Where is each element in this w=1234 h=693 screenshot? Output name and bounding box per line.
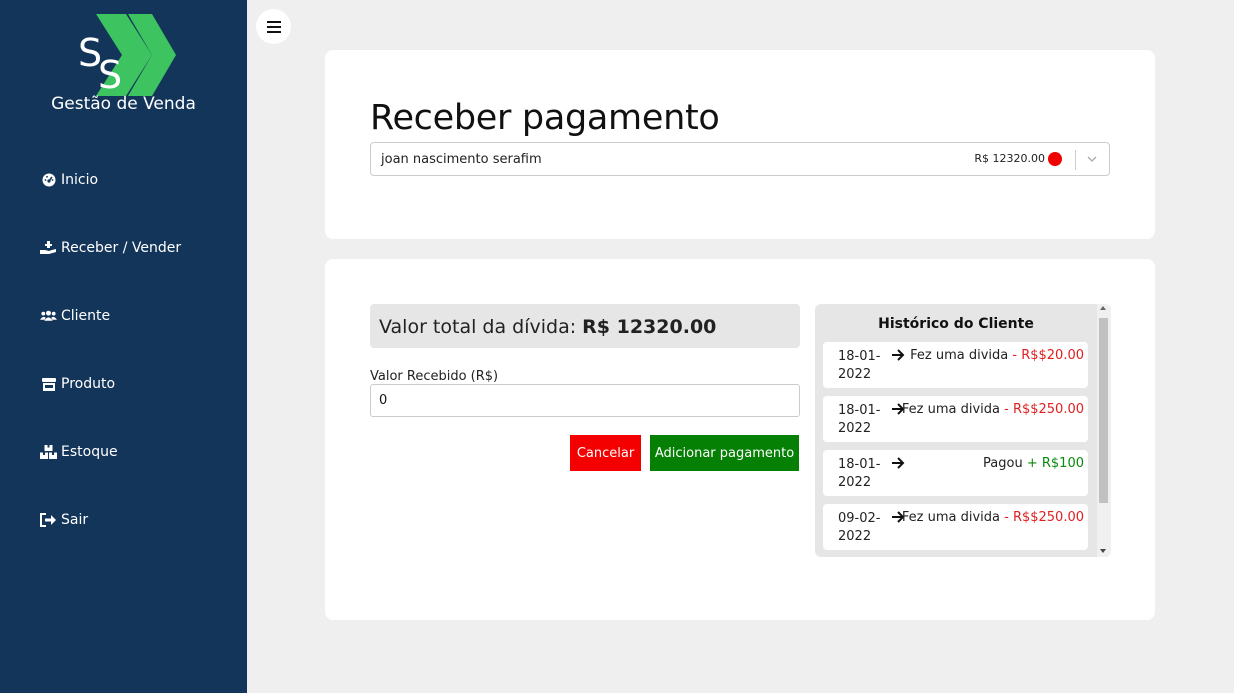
history-action: Pagou: [983, 456, 1023, 471]
debt-total-label: Valor total da dívida:: [379, 316, 583, 338]
history-date: 18-01-2022: [838, 349, 881, 382]
history-item: 18-01-2022 Pagou + R$100: [823, 450, 1088, 496]
sidebar-item-label: Produto: [61, 376, 116, 392]
history-amount: R$$20.00: [1021, 348, 1084, 363]
history-date: 09-02-2022: [838, 511, 881, 544]
scrollbar-thumb[interactable]: [1099, 318, 1108, 503]
sidebar-item-label: Inicio: [61, 172, 99, 188]
debt-total-text: Valor total da dívida: R$ 12320.00: [379, 316, 716, 338]
sidebar-item-receber-vender[interactable]: Receber / Vender: [40, 240, 181, 256]
sidebar-item-label: Cliente: [61, 308, 111, 324]
hand-holding-icon: [40, 241, 57, 255]
history-description: Fez uma divida - R$$20.00: [910, 348, 1084, 363]
page-title: Receber pagamento: [370, 98, 720, 138]
history-amount: R$$250.00: [1012, 402, 1084, 417]
logo-text: Gestão de Venda: [51, 94, 196, 114]
debt-total-box: Valor total da dívida: R$ 12320.00: [370, 304, 800, 348]
menu-toggle-button[interactable]: [256, 9, 291, 44]
sign-out-icon: [40, 513, 57, 527]
debt-total-value: R$ 12320.00: [582, 316, 717, 338]
hamburger-icon: [266, 20, 281, 33]
sidebar-item-label: Receber / Vender: [61, 240, 182, 256]
history-scrollbar[interactable]: [1097, 304, 1111, 557]
history-description: Pagou + R$100: [983, 456, 1084, 471]
sidebar: S S Gestão de Venda Inicio Receber / Ven…: [0, 0, 247, 693]
history-item: 09-02-2022 Fez uma divida - R$$250.00: [823, 504, 1088, 550]
history-action: Fez uma divida: [901, 402, 1000, 417]
history-action: Fez uma divida: [901, 510, 1000, 525]
history-sign: -: [999, 402, 1013, 417]
client-card: Receber pagamento joan nascimento serafi…: [325, 50, 1155, 239]
scroll-up-icon[interactable]: [1100, 306, 1106, 310]
add-payment-button[interactable]: Adicionar pagamento: [650, 435, 799, 471]
history-description: Fez uma divida - R$$250.00: [902, 510, 1084, 525]
sidebar-item-produto[interactable]: Produto: [40, 376, 115, 392]
history-date: 18-01-2022: [838, 403, 881, 436]
history-date: 18-01-2022: [838, 457, 881, 490]
scroll-down-icon[interactable]: [1100, 549, 1106, 553]
sidebar-item-label: Sair: [61, 512, 89, 528]
logo-initial-2: S: [98, 53, 122, 96]
debt-status-indicator: [1048, 152, 1062, 166]
history-amount: R$$250.00: [1012, 510, 1084, 525]
history-description: Fez uma divida - R$$250.00: [902, 402, 1084, 417]
select-separator: [1075, 150, 1076, 170]
received-value-input[interactable]: [370, 384, 800, 417]
sidebar-item-estoque[interactable]: Estoque: [40, 444, 118, 460]
history-amount: R$100: [1041, 456, 1084, 471]
arrow-right-icon: [892, 349, 905, 361]
history-action: Fez uma divida: [910, 348, 1009, 363]
arrow-right-icon: [892, 457, 905, 469]
logo-chevrons-icon: S S: [78, 14, 176, 96]
boxes-icon: [40, 445, 57, 459]
history-item: 18-01-2022 Fez uma divida - R$$250.00: [823, 396, 1088, 442]
history-item: 18-01-2022 Fez uma divida - R$$20.00: [823, 342, 1088, 388]
client-debt-amount: R$ 12320.00: [974, 152, 1045, 165]
users-icon: [40, 309, 57, 323]
history-title: Histórico do Cliente: [878, 316, 1034, 332]
cancel-button[interactable]: Cancelar: [570, 435, 641, 471]
client-select[interactable]: joan nascimento serafim R$ 12320.00: [370, 142, 1110, 176]
history-sign: -: [1008, 348, 1022, 363]
chevron-down-icon[interactable]: [1086, 153, 1098, 165]
sidebar-item-inicio[interactable]: Inicio: [40, 172, 98, 188]
sidebar-item-label: Estoque: [61, 444, 118, 460]
dashboard-icon: [40, 173, 57, 187]
app-logo[interactable]: S S Gestão de Venda: [0, 10, 247, 120]
history-sign: -: [999, 510, 1013, 525]
history-sign: +: [1022, 456, 1042, 471]
client-name: joan nascimento serafim: [381, 152, 542, 167]
sidebar-item-cliente[interactable]: Cliente: [40, 308, 110, 324]
client-history-panel: Histórico do Cliente 18-01-2022 Fez uma …: [815, 304, 1111, 557]
received-value-label: Valor Recebido (R$): [370, 369, 499, 384]
payment-card: Valor total da dívida: R$ 12320.00 Valor…: [325, 259, 1155, 620]
sidebar-item-sair[interactable]: Sair: [40, 512, 88, 528]
store-icon: [40, 377, 57, 391]
